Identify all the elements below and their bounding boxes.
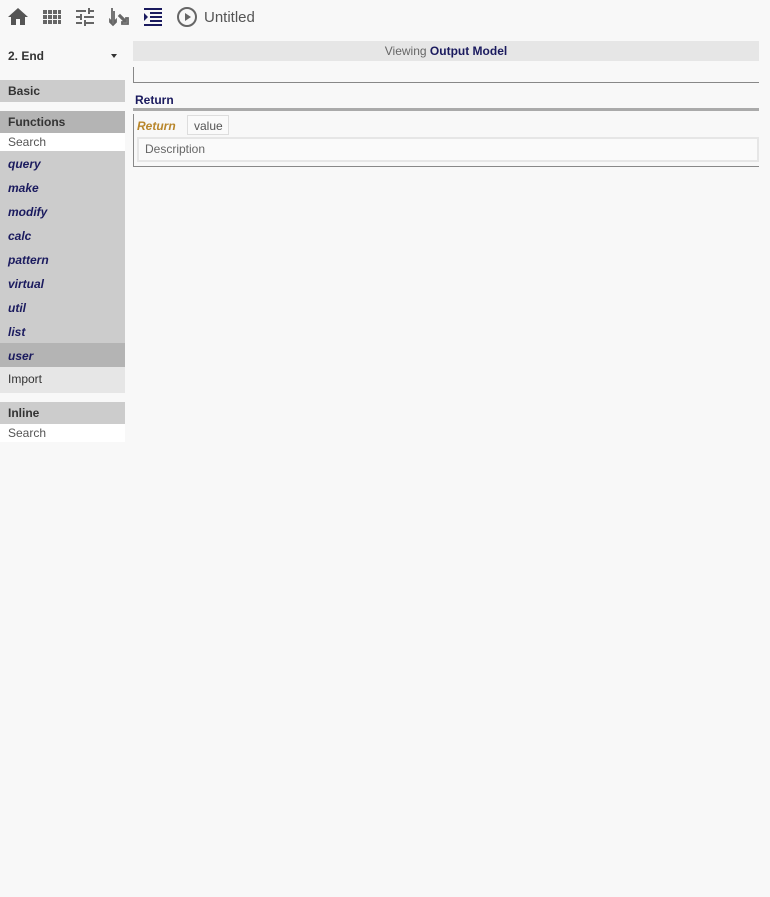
document-title[interactable]: Untitled: [204, 9, 255, 26]
function-item-modify[interactable]: modify: [0, 199, 125, 223]
function-item-util[interactable]: util: [0, 295, 125, 319]
section-inline[interactable]: Inline: [0, 402, 125, 424]
function-item-user[interactable]: user: [0, 343, 125, 367]
return-label: Return: [137, 119, 176, 133]
function-item-make[interactable]: make: [0, 175, 125, 199]
step-select-value: 2. End: [8, 49, 45, 63]
return-section-title: Return: [133, 93, 759, 111]
function-item-list[interactable]: list: [0, 319, 125, 343]
inline-search-input[interactable]: Search: [0, 424, 125, 442]
input-block[interactable]: [133, 67, 759, 83]
tune-icon[interactable]: [73, 5, 97, 29]
description-field[interactable]: Description: [137, 137, 759, 162]
return-value-field[interactable]: value: [187, 115, 229, 135]
viewing-target: Output Model: [429, 44, 508, 58]
function-item-virtual[interactable]: virtual: [0, 271, 125, 295]
sidebar: 2. End Basic Functions Search query make…: [0, 41, 125, 442]
caret-down-icon: [111, 54, 117, 58]
function-item-query[interactable]: query: [0, 151, 125, 175]
format-indent-icon[interactable]: [141, 5, 165, 29]
viewing-prefix: Viewing: [384, 44, 427, 58]
merge-icon[interactable]: [107, 5, 131, 29]
functions-search-input[interactable]: Search: [0, 133, 125, 151]
section-basic[interactable]: Basic: [0, 80, 125, 102]
home-icon[interactable]: [6, 5, 30, 29]
functions-list: query make modify calc pattern virtual u…: [0, 151, 125, 367]
step-select[interactable]: 2. End: [0, 41, 125, 71]
return-panel: Return value Description: [133, 114, 759, 167]
function-item-calc[interactable]: calc: [0, 223, 125, 247]
play-circle-icon[interactable]: [175, 5, 199, 29]
section-functions[interactable]: Functions: [0, 111, 125, 133]
toolbar: Untitled: [0, 0, 770, 34]
grid-icon[interactable]: [40, 5, 64, 29]
function-item-pattern[interactable]: pattern: [0, 247, 125, 271]
import-item[interactable]: Import: [0, 367, 125, 393]
main-panel: Viewing Output Model Return Return value…: [133, 41, 759, 167]
viewing-bar: Viewing Output Model: [133, 41, 759, 61]
